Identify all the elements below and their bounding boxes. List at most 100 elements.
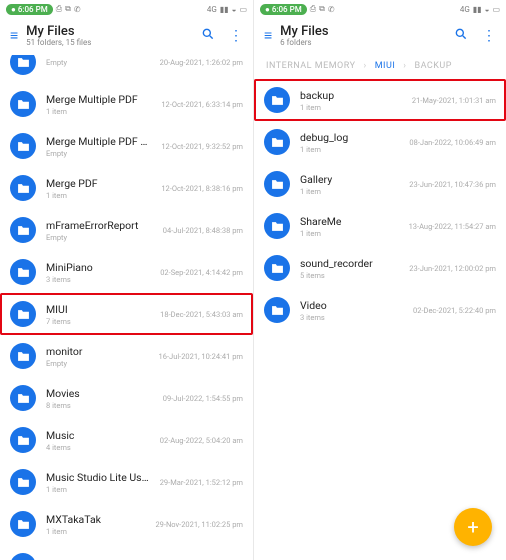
fab-add[interactable]: + [454,508,492,546]
cast-icon: ⎙ [310,4,316,14]
folder-date: 18-Dec-2021, 5:43:03 am [160,310,243,319]
folder-name: MiniPiano [46,261,150,274]
list-item[interactable]: Merge PDF 1 item 12-Oct-2021, 8:38:16 pm [0,167,253,209]
folder-date: 21-May-2021, 1:01:31 am [412,96,496,105]
breadcrumb-item[interactable]: INTERNAL MEMORY [266,61,355,71]
battery-icon: ▭ [492,5,500,14]
recording-pill: ● 6:06 PM [260,4,307,15]
folder-name: Music Studio Lite User Files [46,471,150,484]
overflow-icon[interactable]: ⋮ [229,28,243,44]
header: ≡ My Files 6 folders ⋮ [254,18,506,55]
list-item[interactable]: Music 4 items 02-Aug-2022, 5:04:20 am [0,419,253,461]
folder-date: 20-Aug-2021, 1:26:02 pm [160,58,243,67]
list-item[interactable]: MIUI 7 items 18-Dec-2021, 5:43:03 am [0,293,253,335]
phone-icon: ✆ [328,5,335,14]
folder-icon [10,259,36,285]
list-item[interactable]: debug_log 1 item 08-Jan-2022, 10:06:49 a… [254,121,506,163]
statusbar: ● 6:06 PM ⎙ ⧉ ✆ 4G ▮▮ ◒ ▭ [254,0,506,18]
folder-list[interactable]: backup 1 item 21-May-2021, 1:01:31 am de… [254,79,506,560]
folder-date: 12-Oct-2021, 6:33:14 pm [161,100,243,109]
folder-icon [264,171,290,197]
folder-meta: 3 items [46,275,150,284]
folder-icon [264,87,290,113]
alarm-icon: ⧉ [319,4,325,14]
folder-date: 08-Jan-2022, 10:06:49 am [409,138,496,147]
folder-date: 29-Mar-2021, 1:52:12 pm [160,478,243,487]
folder-icon [264,213,290,239]
folder-icon [10,175,36,201]
folder-meta: 1 item [300,145,399,154]
list-item[interactable]: mFrameErrorReport Empty 04-Jul-2021, 8:4… [0,209,253,251]
phone-icon: ✆ [74,5,81,14]
breadcrumb-item[interactable]: MIUI [375,61,396,71]
folder-meta: 5 items [300,271,399,280]
folder-list[interactable]: Empty 20-Aug-2021, 1:26:02 pm Merge Mult… [0,55,253,560]
folder-icon [264,129,290,155]
list-item[interactable]: Merge Multiple PDF Files Empty 12-Oct-20… [0,125,253,167]
list-item[interactable]: MiniPiano 3 items 02-Sep-2021, 4:14:42 p… [0,251,253,293]
list-item[interactable]: sound_recorder 5 items 23-Jun-2021, 12:0… [254,247,506,289]
folder-name: monitor [46,345,149,358]
folder-icon [10,511,36,537]
folder-meta: 8 items [46,401,153,410]
folder-date: 02-Dec-2021, 5:22:40 pm [413,306,496,315]
mic-icon: ● [265,5,270,14]
list-item[interactable]: Merge Multiple PDF 1 item 12-Oct-2021, 6… [0,83,253,125]
folder-meta: 7 items [46,317,150,326]
folder-name: debug_log [300,131,399,144]
folder-name: MXTakaTak [46,513,145,526]
folder-icon [10,91,36,117]
folder-meta: 1 item [46,191,151,200]
phone-right: ● 6:06 PM ⎙ ⧉ ✆ 4G ▮▮ ◒ ▭ ≡ My Files 6 f… [253,0,506,560]
folder-name: Video [300,299,403,312]
list-item[interactable]: ShareMe 1 item 13-Aug-2022, 11:54:27 am [254,205,506,247]
alarm-icon: ⧉ [65,4,71,14]
folder-name: Merge Multiple PDF Files [46,135,151,148]
breadcrumb: INTERNAL MEMORY›MIUI›BACKUP [254,55,506,79]
folder-icon [10,469,36,495]
folder-meta: 1 item [300,229,399,238]
folder-date: 13-Aug-2022, 11:54:27 am [409,222,496,231]
list-item[interactable]: backup 1 item 21-May-2021, 1:01:31 am [254,79,506,121]
breadcrumb-item[interactable]: BACKUP [414,61,451,71]
list-item[interactable]: Gallery 1 item 23-Jun-2021, 10:47:36 pm [254,163,506,205]
folder-date: 02-Sep-2021, 4:14:42 pm [160,268,243,277]
battery-icon: ▭ [239,5,247,14]
list-item[interactable]: Empty 20-Aug-2021, 1:26:02 pm [0,55,253,83]
folder-date: 12-Oct-2021, 8:38:16 pm [161,184,243,193]
folder-date: 16-Jul-2021, 10:24:41 pm [159,352,243,361]
folder-icon [10,301,36,327]
mic-icon: ● [11,5,16,14]
folder-name: Music [46,429,150,442]
list-item[interactable]: MXTakaTak 1 item 29-Nov-2021, 11:02:25 p… [0,503,253,545]
folder-date: 04-Jul-2021, 8:48:38 pm [163,226,243,235]
page-subtitle: 6 folders [280,38,446,47]
search-icon[interactable] [201,27,215,45]
menu-icon[interactable]: ≡ [264,29,272,43]
folder-icon [264,297,290,323]
search-icon[interactable] [454,27,468,45]
menu-icon[interactable]: ≡ [10,29,18,43]
folder-name: Movies [46,387,153,400]
list-item[interactable]: Video 3 items 02-Dec-2021, 5:22:40 pm [254,289,506,331]
list-item[interactable]: Music Studio Lite User Files 1 item 29-M… [0,461,253,503]
folder-date: 12-Oct-2021, 9:32:52 pm [161,142,243,151]
folder-meta: 3 items [300,313,403,322]
folder-icon [10,343,36,369]
folder-meta: 1 item [46,485,150,494]
signal-icon: ▮▮ [220,5,229,14]
folder-name: MIUI [46,303,150,316]
folder-meta: 4 items [46,443,150,452]
plus-icon: + [467,515,478,539]
folder-meta: 1 item [46,527,145,536]
folder-icon [10,553,36,560]
folder-name: mFrameErrorReport [46,219,153,232]
overflow-icon[interactable]: ⋮ [482,28,496,44]
folder-meta: Empty [46,149,151,158]
net-label: 4G [207,5,217,14]
folder-name: Gallery [300,173,399,186]
list-item[interactable]: monitor Empty 16-Jul-2021, 10:24:41 pm [0,335,253,377]
page-title: My Files [280,24,446,39]
list-item[interactable]: My Drum Pad [0,545,253,560]
list-item[interactable]: Movies 8 items 09-Jul-2022, 1:54:55 pm [0,377,253,419]
